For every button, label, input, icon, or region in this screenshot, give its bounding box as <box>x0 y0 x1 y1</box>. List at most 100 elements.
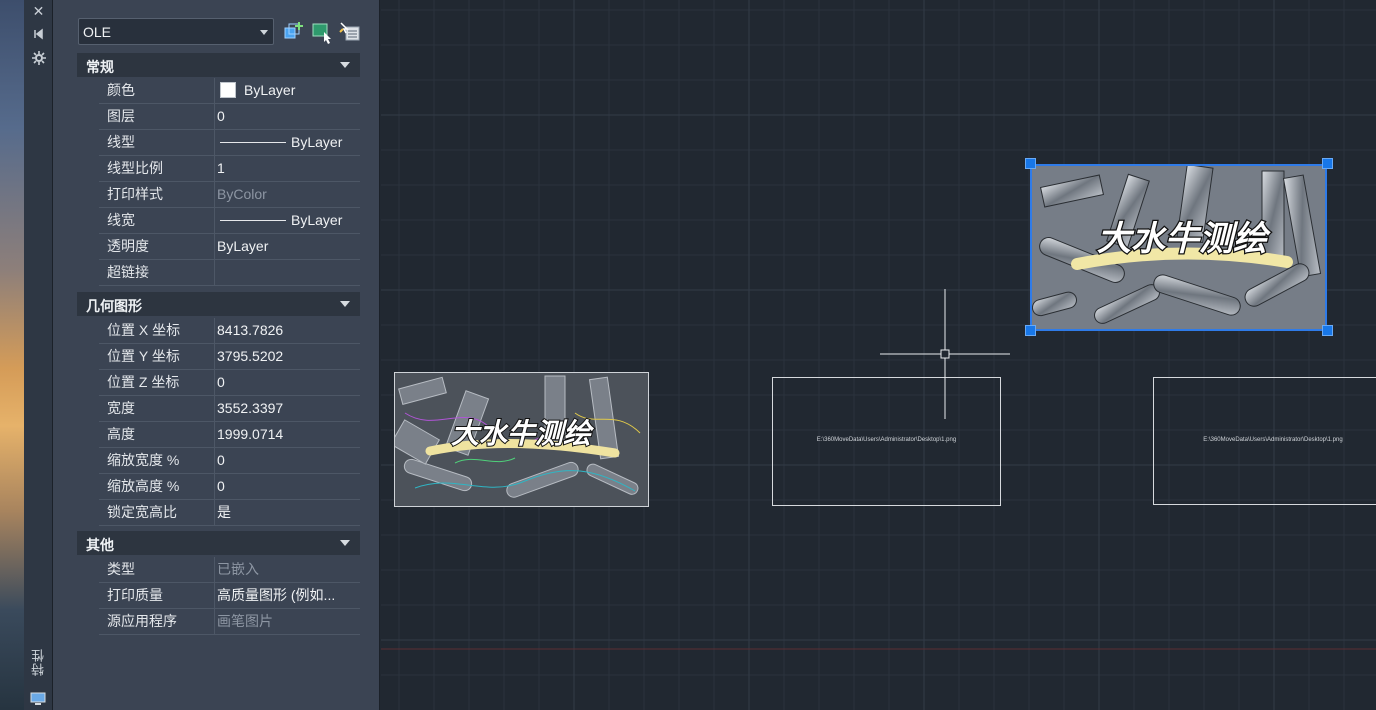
prop-name: 线型比例 <box>99 156 215 181</box>
prop-name: 位置 X 坐标 <box>99 318 215 343</box>
collapse-icon <box>340 62 350 68</box>
prop-value[interactable] <box>217 260 360 285</box>
prop-name: 线型 <box>99 130 215 155</box>
palette-title: 特性 <box>31 648 46 676</box>
collapse-icon <box>340 301 350 307</box>
prop-name: 打印样式 <box>99 182 215 207</box>
properties-panel: OLE 常规 颜色 ByLayer 图层 0 线型 ByLayer 线型比例 1… <box>53 0 380 710</box>
select-objects-icon[interactable] <box>310 20 334 44</box>
prop-value[interactable]: 1 <box>217 156 360 181</box>
prop-name: 缩放宽度 % <box>99 448 215 473</box>
prop-value[interactable]: 0 <box>217 370 360 395</box>
palette-title-bar: ✕ 特性 <box>24 0 53 710</box>
prop-name: 打印质量 <box>99 583 215 608</box>
grip-bottom-left[interactable] <box>1025 325 1036 336</box>
prop-name: 宽度 <box>99 396 215 421</box>
prop-row-transparency[interactable]: 透明度 ByLayer <box>99 234 360 260</box>
grip-bottom-right[interactable] <box>1322 325 1333 336</box>
image-caption: 大水牛测绘 <box>1097 219 1271 259</box>
prop-row-width[interactable]: 宽度 3552.3397 <box>99 396 360 422</box>
prop-row-scale-height[interactable]: 缩放高度 % 0 <box>99 474 360 500</box>
prop-name: 颜色 <box>99 78 215 103</box>
prop-value[interactable]: 是 <box>217 500 360 525</box>
ole-file-path: E:\360MoveData\Users\Administrator\Deskt… <box>816 437 957 443</box>
toggle-pickadd-icon[interactable] <box>282 20 306 44</box>
section-general-header[interactable]: 常规 <box>77 53 360 77</box>
prop-row-linetype[interactable]: 线型 ByLayer <box>99 130 360 156</box>
object-type-value: OLE <box>83 24 112 40</box>
prop-row-position-z[interactable]: 位置 Z 坐标 0 <box>99 370 360 396</box>
prop-value[interactable]: 0 <box>217 104 360 129</box>
prop-value[interactable]: 0 <box>217 474 360 499</box>
prop-name: 透明度 <box>99 234 215 259</box>
raster-image-left[interactable]: 大水牛测绘 <box>394 372 649 507</box>
prop-value[interactable]: ByLayer <box>217 234 360 259</box>
grip-top-left[interactable] <box>1025 158 1036 169</box>
prop-row-linetype-scale[interactable]: 线型比例 1 <box>99 156 360 182</box>
prop-row-lineweight[interactable]: 线宽 ByLayer <box>99 208 360 234</box>
section-gutter <box>77 556 99 635</box>
crosshair-cursor-icon <box>880 289 1010 419</box>
prop-value: 已嵌入 <box>217 561 259 577</box>
chevron-down-icon <box>260 30 268 35</box>
section-misc-header[interactable]: 其他 <box>77 531 360 555</box>
prop-name: 位置 Y 坐标 <box>99 344 215 369</box>
prop-name: 类型 <box>99 557 215 582</box>
section-title: 几何图形 <box>86 298 142 314</box>
lineweight-preview <box>220 220 286 221</box>
settings-icon[interactable] <box>24 51 53 68</box>
color-swatch <box>220 82 236 98</box>
selected-ole-image[interactable]: 大水牛测绘 <box>1030 164 1327 331</box>
close-icon[interactable]: ✕ <box>24 3 53 19</box>
section-gutter <box>77 78 99 287</box>
auto-hide-icon[interactable] <box>24 27 53 43</box>
prop-value[interactable]: 3795.5202 <box>217 344 360 369</box>
color-value: ByLayer <box>244 82 296 98</box>
quick-select-icon[interactable] <box>338 20 362 44</box>
section-geometry-header[interactable]: 几何图形 <box>77 292 360 316</box>
drawing-grid <box>381 0 1376 710</box>
image-caption: 大水牛测绘 <box>451 417 595 450</box>
prop-name: 锁定宽高比 <box>99 500 215 525</box>
lineweight-value: ByLayer <box>291 212 343 228</box>
prop-row-hyperlink[interactable]: 超链接 <box>99 260 360 286</box>
prop-name: 缩放高度 % <box>99 474 215 499</box>
prop-row-position-y[interactable]: 位置 Y 坐标 3795.5202 <box>99 344 360 370</box>
prop-row-layer[interactable]: 图层 0 <box>99 104 360 130</box>
prop-name: 线宽 <box>99 208 215 233</box>
prop-row-type[interactable]: 类型 已嵌入 <box>99 557 360 583</box>
prop-value[interactable]: ByLayer <box>217 208 360 233</box>
section-title: 其他 <box>86 537 114 553</box>
drawing-canvas[interactable]: 大水牛测绘 E:\360MoveData\Users\Administrator… <box>381 0 1376 710</box>
prop-value[interactable]: 1999.0714 <box>217 422 360 447</box>
prop-value[interactable]: ByLayer <box>217 78 360 103</box>
ole-placeholder-frame[interactable]: E:\360MoveData\Users\Administrator\Deskt… <box>1153 377 1376 505</box>
prop-value[interactable]: 8413.7826 <box>217 318 360 343</box>
prop-name: 源应用程序 <box>99 609 215 634</box>
prop-row-plot-quality[interactable]: 打印质量 高质量图形 (例如... <box>99 583 360 609</box>
prop-value[interactable]: 0 <box>217 448 360 473</box>
prop-name: 高度 <box>99 422 215 447</box>
prop-row-height[interactable]: 高度 1999.0714 <box>99 422 360 448</box>
prop-row-position-x[interactable]: 位置 X 坐标 8413.7826 <box>99 318 360 344</box>
prop-row-lock-aspect[interactable]: 锁定宽高比 是 <box>99 500 360 526</box>
grip-top-right[interactable] <box>1322 158 1333 169</box>
prop-value[interactable]: 高质量图形 (例如... <box>217 583 360 608</box>
prop-row-source-app[interactable]: 源应用程序 画笔图片 <box>99 609 360 635</box>
computer-icon[interactable] <box>30 692 46 706</box>
section-gutter <box>77 317 99 526</box>
prop-row-plot-style[interactable]: 打印样式 ByColor <box>99 182 360 208</box>
prop-value[interactable]: ByLayer <box>217 130 360 155</box>
object-type-dropdown[interactable]: OLE <box>78 18 274 45</box>
prop-row-scale-width[interactable]: 缩放宽度 % 0 <box>99 448 360 474</box>
collapse-icon <box>340 540 350 546</box>
section-title: 常规 <box>86 59 114 75</box>
linetype-preview <box>220 142 286 143</box>
prop-row-color[interactable]: 颜色 ByLayer <box>99 78 360 104</box>
prop-name: 图层 <box>99 104 215 129</box>
prop-value: 画笔图片 <box>217 613 273 629</box>
desktop-background-strip <box>0 0 24 710</box>
ole-file-path: E:\360MoveData\Users\Administrator\Deskt… <box>1203 437 1343 443</box>
prop-value: ByColor <box>217 186 267 202</box>
prop-value[interactable]: 3552.3397 <box>217 396 360 421</box>
